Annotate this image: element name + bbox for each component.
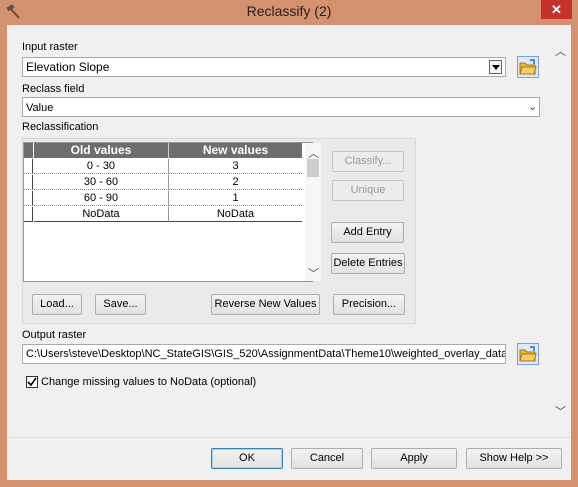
load-button[interactable]: Load... <box>32 294 82 315</box>
new-value-cell[interactable]: 3 <box>169 159 302 174</box>
reclassification-table[interactable]: Old values New values 0 - 30 3 30 - 60 2… <box>23 142 313 282</box>
browse-input-button[interactable] <box>517 56 539 78</box>
dialog-body: Input raster Elevation Slope Reclass fie… <box>7 25 571 437</box>
input-raster-value: Elevation Slope <box>26 60 110 74</box>
row-header[interactable] <box>24 159 33 174</box>
close-button[interactable]: ✕ <box>541 0 572 19</box>
window-title: Reclassify (2) <box>246 3 332 19</box>
reclass-field-value: Value <box>26 102 54 114</box>
browse-output-button[interactable] <box>517 343 539 365</box>
row-header[interactable] <box>24 191 33 206</box>
cancel-button[interactable]: Cancel <box>291 448 363 469</box>
change-missing-checkbox[interactable] <box>26 376 38 388</box>
save-button[interactable]: Save... <box>95 294 146 315</box>
old-value-cell[interactable]: 60 - 90 <box>34 191 169 206</box>
open-folder-icon <box>519 59 537 75</box>
scroll-thumb[interactable] <box>307 159 319 177</box>
delete-entries-button[interactable]: Delete Entries <box>331 253 405 274</box>
row-header[interactable] <box>24 207 33 222</box>
chevron-up-icon[interactable]: ︿ <box>555 43 566 59</box>
row-header[interactable] <box>24 175 33 190</box>
table-corner <box>24 143 33 158</box>
precision-button[interactable]: Precision... <box>333 294 405 315</box>
checkmark-icon <box>27 377 37 387</box>
scroll-down-icon[interactable]: ﹀ <box>308 265 319 281</box>
column-header-old-values[interactable]: Old values <box>34 143 169 158</box>
add-entry-button[interactable]: Add Entry <box>331 222 404 243</box>
input-raster-label: Input raster <box>22 41 78 53</box>
input-raster-combobox[interactable]: Elevation Slope <box>22 57 506 77</box>
new-value-cell[interactable]: 2 <box>169 175 302 190</box>
column-header-new-values[interactable]: New values <box>169 143 302 158</box>
chevron-down-icon[interactable]: ⌄ <box>528 98 537 116</box>
title-bar: Reclassify (2) ✕ <box>0 0 578 24</box>
table-scrollbar[interactable]: ︿ ﹀ <box>305 143 321 281</box>
output-raster-input[interactable]: C:\Users\steve\Desktop\NC_StateGIS\GIS_5… <box>22 344 506 364</box>
output-raster-label: Output raster <box>22 329 87 341</box>
change-missing-label[interactable]: Change missing values to NoData (optiona… <box>41 376 256 388</box>
reclassification-label: Reclassification <box>22 121 99 133</box>
classify-button[interactable]: Classify... <box>332 151 404 172</box>
old-value-cell[interactable]: 0 - 30 <box>34 159 169 174</box>
old-value-cell[interactable]: NoData <box>34 207 169 222</box>
new-value-cell[interactable]: NoData <box>169 207 302 222</box>
dropdown-arrow-icon[interactable] <box>489 60 502 74</box>
new-value-cell[interactable]: 1 <box>169 191 302 206</box>
dialog-button-bar: OK Cancel Apply Show Help >> <box>7 437 571 480</box>
open-folder-icon <box>519 346 537 362</box>
unique-button[interactable]: Unique <box>332 180 404 201</box>
ok-button[interactable]: OK <box>211 448 283 469</box>
reclass-field-label: Reclass field <box>22 83 85 95</box>
reverse-new-values-button[interactable]: Reverse New Values <box>211 294 320 315</box>
old-value-cell[interactable]: 30 - 60 <box>34 175 169 190</box>
apply-button[interactable]: Apply <box>371 448 457 469</box>
show-help-button[interactable]: Show Help >> <box>466 448 562 469</box>
chevron-down-icon[interactable]: ﹀ <box>555 403 566 419</box>
reclass-field-combobox[interactable]: Value ⌄ <box>22 97 540 117</box>
